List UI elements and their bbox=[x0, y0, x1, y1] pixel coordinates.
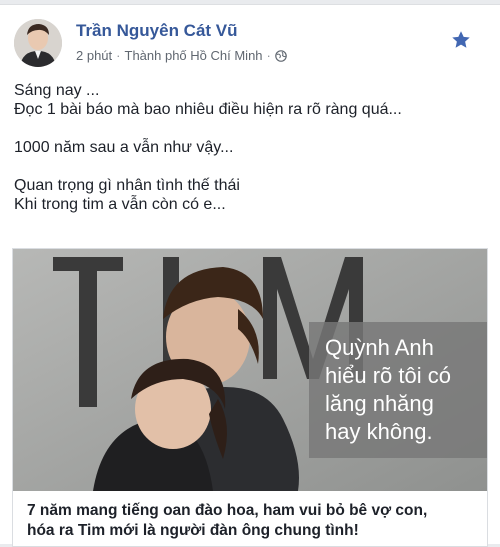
post-card: Trần Nguyên Cát Vũ 2 phút · Thành phố Hồ… bbox=[0, 4, 500, 547]
quote-line: hay không. bbox=[325, 419, 433, 444]
avatar-image bbox=[14, 19, 62, 67]
star-icon[interactable] bbox=[450, 29, 472, 51]
author-name[interactable]: Trần Nguyên Cát Vũ bbox=[76, 21, 238, 41]
meta-separator: · bbox=[116, 48, 121, 63]
quote-overlay: Quỳnh Anh hiểu rõ tôi có lăng nhăng hay … bbox=[309, 322, 487, 458]
link-preview-image[interactable]: Quỳnh Anh hiểu rõ tôi có lăng nhăng hay … bbox=[13, 249, 487, 491]
post-header: Trần Nguyên Cát Vũ 2 phút · Thành phố Hồ… bbox=[14, 15, 490, 67]
globe-icon[interactable] bbox=[275, 49, 287, 62]
post-text: Sáng nay ... Đọc 1 bài báo mà bao nhiêu … bbox=[14, 81, 486, 214]
post-line: 1000 năm sau a vẫn như vậy... bbox=[14, 139, 234, 156]
post-line: Sáng nay ... bbox=[14, 82, 100, 99]
quote-line: Quỳnh Anh bbox=[325, 335, 434, 360]
post-meta: 2 phút · Thành phố Hồ Chí Minh · bbox=[76, 48, 287, 63]
avatar[interactable] bbox=[14, 19, 62, 67]
link-title-line: hóa ra Tim mới là người đàn ông chung tì… bbox=[27, 522, 359, 539]
link-title-line: 7 năm mang tiếng oan đào hoa, ham vui bỏ… bbox=[27, 502, 428, 519]
post-line: Đọc 1 bài báo mà bao nhiêu điều hiện ra … bbox=[14, 101, 402, 118]
quote-line: lăng nhăng bbox=[325, 391, 434, 416]
post-line: Khi trong tim a vẫn còn có e... bbox=[14, 196, 226, 213]
post-location[interactable]: Thành phố Hồ Chí Minh bbox=[125, 48, 263, 63]
link-title[interactable]: 7 năm mang tiếng oan đào hoa, ham vui bỏ… bbox=[27, 501, 473, 541]
post-time[interactable]: 2 phút bbox=[76, 48, 112, 63]
post-line: Quan trọng gì nhân tình thế thái bbox=[14, 177, 240, 194]
link-preview[interactable]: Quỳnh Anh hiểu rõ tôi có lăng nhăng hay … bbox=[12, 248, 488, 547]
quote-text: Quỳnh Anh hiểu rõ tôi có lăng nhăng hay … bbox=[325, 334, 479, 446]
meta-separator-2: · bbox=[266, 48, 271, 63]
quote-line: hiểu rõ tôi có bbox=[325, 363, 451, 388]
